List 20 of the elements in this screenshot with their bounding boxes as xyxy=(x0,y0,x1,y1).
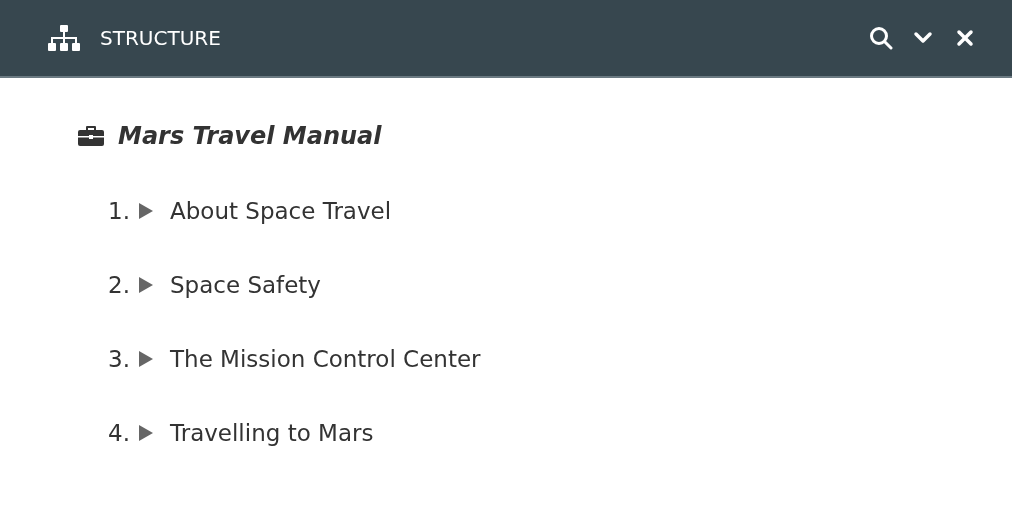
caret-right-icon[interactable] xyxy=(138,351,154,367)
search-icon xyxy=(869,26,893,50)
chapter-number: 4. xyxy=(107,420,130,446)
document-title: Mars Travel Manual xyxy=(118,122,382,150)
chapter-label[interactable]: About Space Travel xyxy=(170,198,392,224)
briefcase-icon xyxy=(78,125,104,147)
chevron-down-icon xyxy=(913,31,933,45)
chapter-number: 3. xyxy=(107,346,130,372)
hierarchy-icon xyxy=(48,25,80,51)
chapter-number: 2. xyxy=(107,272,130,298)
close-icon xyxy=(956,29,974,47)
search-button[interactable] xyxy=(868,25,894,51)
chapter-label[interactable]: Space Safety xyxy=(170,272,321,298)
caret-right-icon[interactable] xyxy=(138,203,154,219)
chapter-label[interactable]: The Mission Control Center xyxy=(170,346,481,372)
panel-title: STRUCTURE xyxy=(100,26,222,50)
caret-right-icon[interactable] xyxy=(138,425,154,441)
chapter-number: 1. xyxy=(107,198,130,224)
chapter-label[interactable]: Travelling to Mars xyxy=(170,420,374,446)
caret-right-icon[interactable] xyxy=(138,277,154,293)
